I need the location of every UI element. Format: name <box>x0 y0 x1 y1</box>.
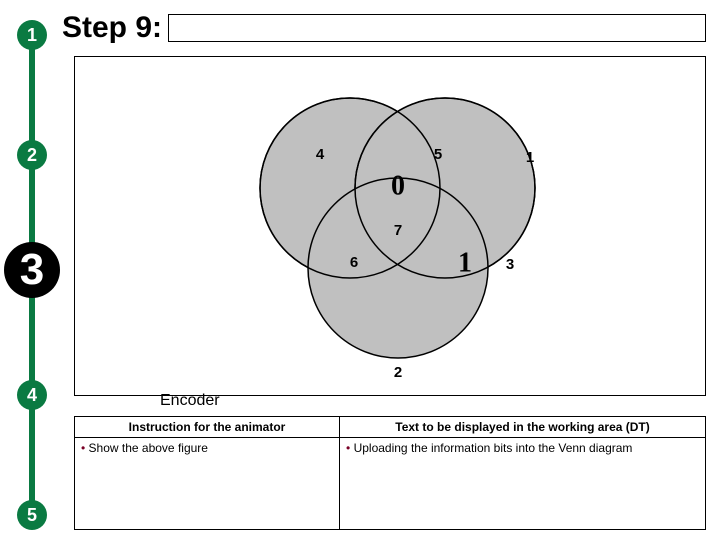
step-dot-label: 3 <box>20 245 44 295</box>
venn-label-top-right-out: 1 <box>526 149 534 166</box>
progress-rail: 1 2 3 4 5 <box>14 10 50 530</box>
table-row: • Show the above figure • Uploading the … <box>75 438 706 530</box>
bullet-icon: • <box>81 441 89 455</box>
table-cell-dt: • Uploading the information bits into th… <box>340 438 706 530</box>
content-frame: 4 5 1 7 6 3 2 0 1 <box>74 56 706 396</box>
venn-label-bottom-left: 6 <box>350 254 358 271</box>
step-dot-4: 4 <box>17 380 47 410</box>
venn-diagram: 4 5 1 7 6 3 2 0 1 <box>220 73 560 393</box>
venn-label-left: 4 <box>316 146 325 163</box>
venn-label-bottom-right: 1 <box>458 247 472 278</box>
venn-label-right-out: 3 <box>506 256 514 273</box>
step-dot-label: 5 <box>27 505 37 526</box>
title-box <box>168 14 706 42</box>
table-header-instruction: Instruction for the animator <box>75 417 340 438</box>
table-header-dt: Text to be displayed in the working area… <box>340 417 706 438</box>
step-dot-3-current: 3 <box>4 242 60 298</box>
venn-label-bottom: 2 <box>394 364 402 381</box>
header: Step 9: <box>62 8 706 48</box>
step-dot-2: 2 <box>17 140 47 170</box>
step-dot-5: 5 <box>17 500 47 530</box>
step-dot-label: 4 <box>27 385 37 406</box>
instruction-table: Instruction for the animator Text to be … <box>74 416 706 530</box>
step-dot-label: 1 <box>27 25 37 46</box>
venn-label-right: 5 <box>434 146 442 163</box>
step-dot-1: 1 <box>17 20 47 50</box>
dt-text: Uploading the information bits into the … <box>354 441 633 455</box>
caption-encoder: Encoder <box>160 392 220 410</box>
bullet-icon: • <box>346 441 354 455</box>
instruction-text: Show the above figure <box>89 441 208 455</box>
venn-label-center: 0 <box>391 170 405 201</box>
venn-label-mid: 7 <box>394 222 402 239</box>
table-header-row: Instruction for the animator Text to be … <box>75 417 706 438</box>
step-title: Step 9: <box>62 11 162 45</box>
step-dot-label: 2 <box>27 145 37 166</box>
table-cell-instruction: • Show the above figure <box>75 438 340 530</box>
